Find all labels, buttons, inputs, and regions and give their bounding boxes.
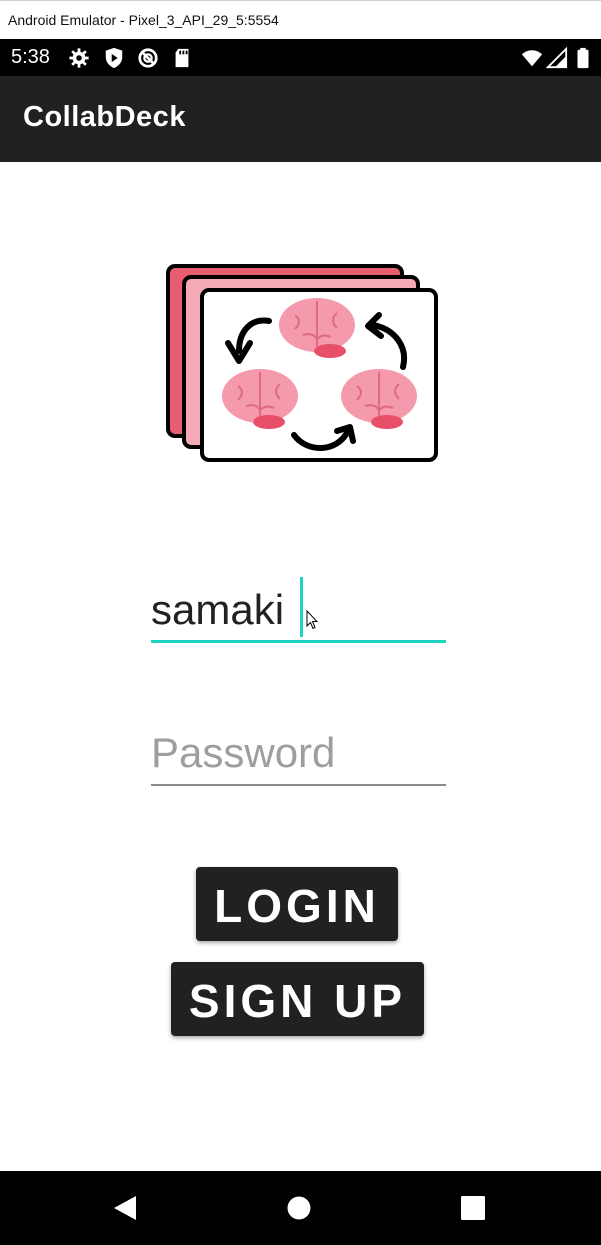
recents-icon[interactable] bbox=[461, 1196, 485, 1220]
emulator-title-bar: Android Emulator - Pixel_3_API_29_5:5554 bbox=[0, 0, 601, 39]
app-title: CollabDeck bbox=[23, 101, 186, 133]
sign-up-button[interactable]: SIGN UP bbox=[171, 962, 424, 1036]
sign-up-button-label: SIGN UP bbox=[188, 975, 407, 1027]
status-time: 5:38 bbox=[11, 46, 50, 68]
signal-icon bbox=[546, 47, 568, 69]
username-input[interactable]: samaki bbox=[151, 575, 446, 645]
navigation-bar bbox=[0, 1171, 601, 1245]
app-bar: CollabDeck bbox=[0, 76, 601, 162]
password-input[interactable]: Password bbox=[151, 718, 446, 788]
wifi-icon bbox=[521, 50, 543, 67]
no-sync-icon bbox=[138, 48, 158, 68]
text-caret bbox=[300, 577, 303, 637]
battery-icon bbox=[577, 47, 589, 69]
password-placeholder: Password bbox=[151, 729, 336, 776]
shield-play-icon bbox=[105, 47, 123, 69]
home-icon[interactable] bbox=[287, 1196, 311, 1220]
login-button[interactable]: LOGIN bbox=[196, 867, 398, 941]
username-value: samaki bbox=[151, 586, 285, 633]
mouse-pointer-icon bbox=[306, 610, 318, 630]
back-icon[interactable] bbox=[112, 1195, 138, 1221]
password-underline bbox=[151, 784, 446, 786]
login-button-label: LOGIN bbox=[214, 880, 380, 932]
username-underline bbox=[151, 640, 446, 643]
window-title: Android Emulator - Pixel_3_API_29_5:5554 bbox=[8, 12, 279, 28]
flashcards-brains-cycle-icon bbox=[166, 264, 438, 462]
gear-icon bbox=[69, 48, 89, 68]
sd-card-icon bbox=[175, 48, 189, 68]
status-bar: 5:38 bbox=[0, 39, 601, 76]
